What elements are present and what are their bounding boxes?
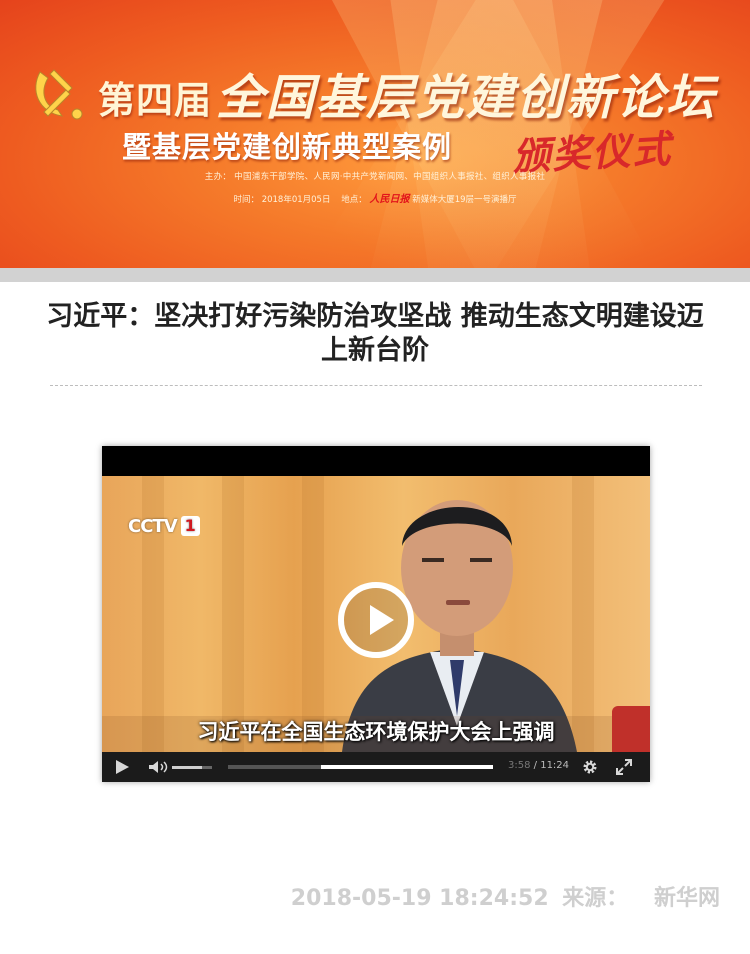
banner-bottom-strip — [0, 268, 750, 282]
video-control-bar: 3:58 / 11:24 — [102, 752, 650, 782]
gear-icon[interactable] — [582, 759, 598, 775]
seek-progress — [228, 765, 321, 769]
banner-hosts: 主办： 中国浦东干部学院、人民网·中共产党新闻网、中国组织人事报社、组织人事报社 — [204, 172, 546, 182]
curtain-fold — [222, 476, 244, 752]
banner-time-place: 时间： 2018年01月05日 地点： 人民日报 新媒体大厦19层一号演播厅 — [0, 190, 750, 205]
time-separator: / — [530, 760, 541, 771]
article-meta: 2018-05-19 18:24:52 来源： 新华网 — [285, 880, 720, 912]
cctv-channel-number: 1 — [180, 516, 200, 536]
duration: 11:24 — [540, 760, 570, 771]
play-circle-icon[interactable] — [338, 582, 414, 658]
event-banner: 第四届 全国基层党建创新论坛 暨基层党建创新典型案例 颁奖仪式 主办： 中国浦东… — [0, 0, 750, 268]
banner-title-line2: 暨基层党建创新典型案例 — [122, 130, 453, 164]
source-label: 来源： — [562, 886, 629, 911]
volume-slider[interactable] — [172, 766, 212, 769]
banner-title-prefix: 第四届 — [98, 78, 212, 122]
volume-icon[interactable] — [148, 760, 170, 774]
cctv1-logo: CCTV 1 — [122, 514, 206, 538]
time-display: 3:58 / 11:24 — [508, 760, 569, 771]
article-headline: 习近平：坚决打好污染防治攻坚战 推动生态文明建设迈上新台阶 — [46, 301, 704, 366]
publish-datetime: 2018-05-19 18:24:52 — [290, 886, 549, 911]
video-subtitle: 习近平在全国生态环境保护大会上强调 — [197, 720, 555, 744]
play-icon[interactable] — [116, 760, 129, 774]
headline-divider — [50, 385, 702, 386]
banner-place-label: 地点： — [341, 195, 367, 205]
peoples-daily-logo: 人民日报 — [369, 194, 410, 205]
banner-place-value: 新媒体大厦19层一号演播厅 — [412, 195, 517, 205]
seek-bar[interactable] — [228, 765, 493, 769]
current-time: 3:58 — [508, 760, 531, 771]
volume-level — [172, 766, 202, 769]
banner-title-main: 全国基层党建创新论坛 — [216, 70, 717, 126]
source-name[interactable]: 新华网 — [654, 886, 720, 911]
party-emblem-icon — [35, 69, 83, 120]
play-triangle — [370, 605, 394, 635]
banner-time-label: 时间： — [233, 195, 259, 205]
video-player[interactable]: CCTV 1 习近平在全国生态环境保护大会上强调 3:58 / 11:24 — [102, 446, 650, 782]
fullscreen-icon[interactable] — [616, 759, 632, 775]
curtain-fold — [302, 476, 324, 752]
cctv-logo-text: CCTV — [128, 515, 178, 537]
banner-time-value: 2018年01月05日 — [261, 195, 331, 205]
